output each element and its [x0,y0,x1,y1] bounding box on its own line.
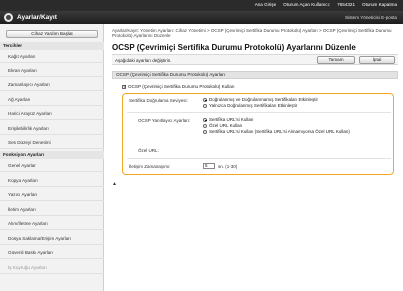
sidebar: Cihaz Yardım Başlat Tercihler Kağıt Ayar… [0,24,104,291]
sidebar-item-send[interactable]: İletim Ayarları [0,204,104,216]
verification-level-label: Sertifika Doğrulama Seviyesi: [129,98,188,103]
sidebar-section-preferences: Tercihler [0,42,104,50]
sidebar-item-store-access[interactable]: Dosya Saklama/Erişim Ayarları [0,233,104,245]
use-ocsp-row: OCSP (Çevrimiçi Sertifika Durumu Protoko… [122,84,235,90]
device-home-button[interactable]: Cihaz Yardım Başlat [6,30,98,38]
collapse-up-icon[interactable]: ▲ [112,181,117,187]
timeout-label: İletişim Zamanaşımı: [129,164,171,169]
sidebar-item-secure-print[interactable]: Güvenli Baskı Ayarları [0,247,104,259]
responder-custom-url-label: Özel URL Kullan [209,123,243,128]
ok-button[interactable]: Tamam [317,56,355,64]
responder-cert-or-custom-label: Sertifika URL'si Kullan (Sertifika URL's… [209,129,350,134]
use-ocsp-label: OCSP (Çevrimiçi Sertifika Durumu Protoko… [128,84,235,89]
logged-in-user-id: 7654321 [337,2,356,7]
responder-cert-url-radio[interactable] [203,117,207,122]
verification-verified-label: Yalnızca Doğrulanmış Sertifikaları Etkin… [209,103,298,108]
timeout-input[interactable]: 5 [203,163,215,169]
divider [127,158,391,159]
top-bar: Ana Girişe Oturum Açan Kullanıcı: 765432… [0,0,403,11]
breadcrumb: Ayarlar/Kayıt: Yönetim Ayarları: Cihaz Y… [112,28,392,38]
sidebar-item-network[interactable]: Ağ Ayarları [0,94,104,106]
ocsp-settings-panel: Sertifika Doğrulama Seviyesi: Doğrulanmı… [122,93,394,175]
timeout-unit: sn. (1-30) [218,164,238,169]
home-link[interactable]: Ana Girişe [253,2,278,7]
logged-in-user-label: Oturum Açan Kullanıcı: [283,2,331,7]
responder-custom-url-radio[interactable] [203,123,207,128]
responder-cert-or-custom-radio[interactable] [203,129,207,134]
responder-option-cert-url[interactable]: Sertifika URL'si Kullan [203,117,253,122]
system-manager-email-link[interactable]: Sistem Yöneticisi E-posta [345,15,397,20]
responder-settings-label: OCSP Yanıtlayıcı Ayarları: [138,118,191,123]
verification-option-verified[interactable]: Yalnızca Doğrulanmış Sertifikaları Etkin… [203,103,297,108]
sidebar-item-external-interface[interactable]: Harici Arayüz Ayarları [0,108,104,120]
sidebar-item-job-queue[interactable]: İş Kuyruğu Ayarları [0,262,104,274]
app-header: Ayarlar/Kayıt Sistem Yöneticisi E-posta [0,11,403,24]
page-title: OCSP (Çevrimiçi Sertifika Durumu Protoko… [112,43,356,52]
responder-option-custom-url[interactable]: Özel URL Kullan [203,123,242,128]
settings-gear-icon [4,13,13,22]
responder-cert-url-label: Sertifika URL'si Kullan [209,117,254,122]
cancel-button[interactable]: İptal [359,56,395,64]
sidebar-item-printer[interactable]: Yazıcı Ayarları [0,189,104,201]
responder-option-cert-or-custom[interactable]: Sertifika URL'si Kullan (Sertifika URL's… [203,129,350,134]
sidebar-item-accessibility[interactable]: Erişilebilirlik Ayarları [0,123,104,135]
sidebar-section-function: Fonksiyon Ayarları [0,151,104,159]
sidebar-item-volume[interactable]: Ses Düzeyi Denetimi [0,137,104,149]
sidebar-item-paper[interactable]: Kağıt Ayarları [0,51,104,63]
logout-link[interactable]: Oturum Kapatma [360,2,399,7]
verification-option-all[interactable]: Doğrulanmış ve Doğrulanmamış Sertifikala… [203,97,318,102]
sidebar-item-copy[interactable]: Kopya Ayarları [0,175,104,187]
action-bar: Aşağıdaki ayarları değiştirin. Tamam İpt… [112,54,398,65]
instruction-text: Aşağıdaki ayarları değiştirin. [115,58,172,63]
divider [127,112,391,113]
ocsp-section-header: OCSP (Çevrimiçi Sertifika Durumu Protoko… [112,71,398,79]
verification-verified-radio[interactable] [203,103,207,108]
verification-all-label: Doğrulanmış ve Doğrulanmamış Sertifikala… [209,97,319,102]
custom-url-label: Özel URL: [138,148,159,153]
sidebar-item-display[interactable]: Ekran Ayarları [0,65,104,77]
sidebar-item-general[interactable]: Genel Ayarlar [0,160,104,172]
app-title: Ayarlar/Kayıt [17,14,57,21]
sidebar-item-timer[interactable]: Zamanlayıcı Ayarları [0,79,104,91]
use-ocsp-checkbox[interactable] [122,84,127,90]
verification-all-radio[interactable] [203,97,207,102]
sidebar-item-receive-forward[interactable]: Alım/İletme Ayarları [0,218,104,230]
